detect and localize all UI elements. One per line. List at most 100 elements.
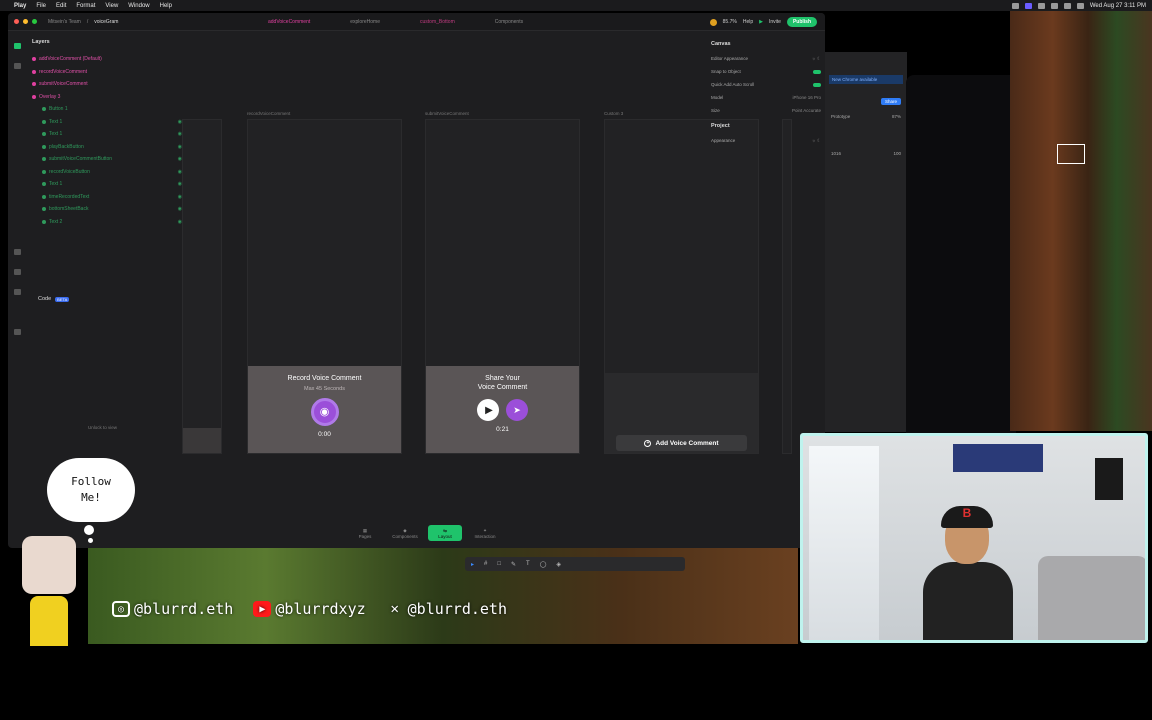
frame-custom-3[interactable]: + Add Voice Comment xyxy=(604,119,759,454)
frame-label[interactable]: Custom 3 xyxy=(604,111,623,116)
tab-add-voice-comment[interactable]: addVoiceComment xyxy=(268,19,310,25)
menu-clock[interactable]: Wed Aug 27 3:11 PM xyxy=(1090,3,1146,9)
webcam-window xyxy=(809,446,879,640)
tab-layout[interactable]: ⇆ Layout xyxy=(428,525,462,541)
layer-item[interactable]: Text 2 ◉ xyxy=(32,216,182,229)
layer-item[interactable]: Text 1 ◉ xyxy=(32,178,182,191)
layer-item[interactable]: addVoiceComment (Default) xyxy=(32,53,182,66)
update-banner[interactable]: New Chrome available xyxy=(829,75,903,84)
submit-voice-comment-button[interactable]: ➤ xyxy=(506,399,528,421)
code-label: Code xyxy=(38,296,52,302)
record-voice-button[interactable]: ◉ xyxy=(310,397,339,426)
editor-appearance-row[interactable]: Editor Appearance ☼ ☾ xyxy=(711,52,821,65)
select-tool-icon[interactable]: ▸ xyxy=(471,561,474,568)
tab-explore-home[interactable]: exploreHome xyxy=(350,19,380,25)
frame-label[interactable]: submitVoiceComment xyxy=(425,111,469,116)
search-icon[interactable] xyxy=(1076,2,1084,9)
tab-interaction[interactable]: ✦ Interaction xyxy=(468,525,502,541)
dark-window[interactable] xyxy=(906,75,1016,435)
snap-to-object-row[interactable]: Snap to Object xyxy=(711,65,821,78)
frame-record-voice-comment[interactable]: Record Voice Comment Max 45 Seconds ◉ 0:… xyxy=(247,119,402,454)
layer-item[interactable]: recordVoiceButton ◉ xyxy=(32,166,182,179)
model-select[interactable]: iPhone 16 Pro xyxy=(792,95,821,100)
close-window-icon[interactable] xyxy=(14,19,19,24)
frame-partial[interactable] xyxy=(782,119,792,454)
recorded-time: 0:21 xyxy=(496,426,509,433)
size-row[interactable]: Size Point Accurate xyxy=(711,104,821,117)
tab-pages[interactable]: ▦ Pages xyxy=(348,525,382,541)
menu-play[interactable]: Play xyxy=(14,3,26,9)
menu-edit[interactable]: Edit xyxy=(56,3,66,9)
layer-item[interactable]: playBackButton ◉ xyxy=(32,141,182,154)
appearance-row[interactable]: Appearance ☼ ☾ xyxy=(711,134,821,147)
project-name[interactable]: voiceGram xyxy=(94,19,118,25)
layer-item[interactable]: submitVoiceComment xyxy=(32,78,182,91)
layer-item[interactable]: bottomSheetBack ◉ xyxy=(32,203,182,216)
code-section[interactable]: Code BETA xyxy=(38,296,70,302)
quick-add-auto-scroll-row[interactable]: Quick Add Auto Scroll xyxy=(711,78,821,91)
screenshot-thumbnail[interactable] xyxy=(1057,144,1085,164)
tab-components[interactable]: Components xyxy=(495,19,523,25)
rect-tool-icon[interactable]: □ xyxy=(497,561,501,567)
warning-icon[interactable] xyxy=(709,18,717,26)
publish-button[interactable]: Publish xyxy=(786,17,817,27)
layer-item[interactable]: recordVoiceComment xyxy=(32,66,182,79)
design-canvas[interactable]: recordVoiceComment Record Voice Comment … xyxy=(182,39,792,529)
frame-submit-voice-comment[interactable]: Share Your Voice Comment ▶ ➤ 0:21 xyxy=(425,119,580,454)
menu-format[interactable]: Format xyxy=(76,3,95,9)
model-row[interactable]: Model iPhone 16 Pro xyxy=(711,91,821,104)
frame-label[interactable]: recordVoiceComment xyxy=(247,111,290,116)
auto-scroll-toggle[interactable] xyxy=(813,82,821,87)
zoom-window-icon[interactable] xyxy=(32,19,37,24)
share-button[interactable]: Share xyxy=(881,98,902,105)
invite-button[interactable]: Invite xyxy=(769,19,781,25)
layer-item[interactable]: submitVoiceCommentButton ◉ xyxy=(32,153,182,166)
tab-components[interactable]: ◆ Components xyxy=(388,525,422,541)
layer-item[interactable]: timeRecordedText ◉ xyxy=(32,191,182,204)
layers-icon[interactable] xyxy=(14,43,21,49)
menu-bar: Play File Edit Format View Window Help W… xyxy=(0,0,1152,11)
code-icon[interactable] xyxy=(14,289,21,295)
prototype-row[interactable]: Prototype 87% xyxy=(831,114,901,119)
settings-icon[interactable] xyxy=(14,249,21,255)
component-tool-icon[interactable]: ◈ xyxy=(556,561,561,568)
size-select[interactable]: Point Accurate xyxy=(792,108,821,113)
theme-icon[interactable]: ☼ ☾ xyxy=(812,138,821,144)
play-preview-icon[interactable]: ▶ xyxy=(759,19,763,25)
dimension-row[interactable]: 1016 100 xyxy=(831,151,901,156)
text-tool-icon[interactable]: T xyxy=(526,561,530,567)
minimize-window-icon[interactable] xyxy=(23,19,28,24)
desktop: Play File Edit Format View Window Help W… xyxy=(0,0,1152,720)
menu-file[interactable]: File xyxy=(36,3,46,9)
grid-icon[interactable] xyxy=(14,269,21,275)
layer-item[interactable]: Text 1 ◉ xyxy=(32,128,182,141)
tray-record-icon[interactable] xyxy=(1024,2,1032,9)
pen-tool-icon[interactable]: ✎ xyxy=(511,561,516,568)
menu-view[interactable]: View xyxy=(105,3,118,9)
frame-partial[interactable] xyxy=(182,119,222,454)
layer-item[interactable]: Overlay 3 xyxy=(32,91,182,104)
snap-toggle[interactable] xyxy=(813,69,821,74)
shape-tool-icon[interactable]: ◯ xyxy=(540,561,547,568)
webcam-flag xyxy=(953,444,1043,472)
add-voice-comment-button[interactable]: + Add Voice Comment xyxy=(616,435,747,451)
team-name[interactable]: Mitsein's Team xyxy=(48,19,81,25)
zoom-level[interactable]: 85.7% xyxy=(723,19,737,25)
tray-icon[interactable] xyxy=(1050,2,1058,9)
tray-icon[interactable] xyxy=(1037,2,1045,9)
debug-icon[interactable] xyxy=(14,329,21,335)
layer-label: Text 1 xyxy=(49,131,63,138)
frame-tool-icon[interactable]: # xyxy=(484,561,487,567)
theme-icon[interactable]: ☼ ☾ xyxy=(812,56,821,62)
layer-item[interactable]: Text 1 ◉ xyxy=(32,116,182,129)
wifi-icon[interactable] xyxy=(1063,2,1071,9)
tray-icon[interactable] xyxy=(1011,2,1019,9)
help-button[interactable]: Help xyxy=(743,19,753,25)
play-back-button[interactable]: ▶ xyxy=(477,399,499,421)
tab-custom-bottom[interactable]: custom_Bottom xyxy=(420,19,455,25)
pages-icon[interactable] xyxy=(14,63,21,69)
layer-item[interactable]: Button 1 xyxy=(32,103,182,116)
menu-help[interactable]: Help xyxy=(160,3,172,9)
background-window[interactable]: New Chrome available Share Prototype 87%… xyxy=(825,52,907,432)
menu-window[interactable]: Window xyxy=(128,3,149,9)
